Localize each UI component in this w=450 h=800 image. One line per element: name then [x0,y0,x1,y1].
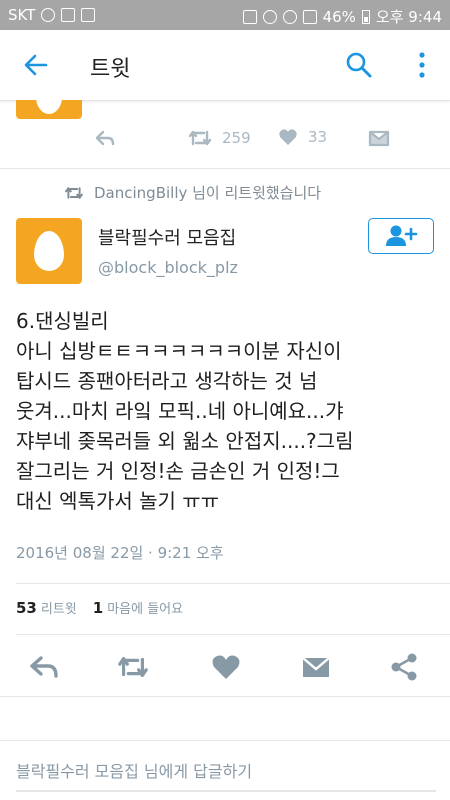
like-count: 1 [92,599,104,617]
retweet-icon [188,130,212,146]
blog-app-icon [61,8,76,22]
previous-tweet-avatar[interactable] [16,100,82,119]
direct-message-button-icon[interactable] [300,651,332,683]
previous-like-count: 33 [308,128,328,146]
wifi-icon [282,9,297,24]
more-options-icon[interactable] [410,50,434,80]
previous-like-group[interactable]: 33 [278,128,327,146]
reply-icon[interactable] [94,128,116,150]
like-stat[interactable]: 1 마음에 들어요 [93,598,183,617]
retweet-label: 리트윗 [40,602,77,617]
image-icon [81,8,96,22]
avatar[interactable] [16,218,82,284]
divider [16,634,450,635]
spacer [0,697,450,739]
retweet-stat[interactable]: 53 리트윗 [16,598,77,617]
alarm-icon [262,9,277,24]
battery-percent: 46% [322,7,356,26]
add-user-icon [386,225,418,246]
display-name[interactable]: 블락필수러 모음집 [98,224,236,250]
retweet-count: 53 [16,599,37,617]
divider [16,583,450,584]
share-icon[interactable] [388,651,420,683]
like-label: 마음에 들어요 [107,602,184,617]
heart-icon [279,129,297,145]
clock: 오후 9:44 [375,8,442,26]
reply-input-underline [16,790,436,792]
app-bar: 트윗 [0,30,450,101]
tweet-stats: 53 리트윗 1 마음에 들어요 [16,598,183,617]
retweet-button-icon[interactable] [117,651,149,683]
retweet-small-icon [65,186,83,199]
retweet-notice: DancingBilly 님이 리트윗했습니다 [64,182,321,203]
status-bar: SKT 46% 오후 9:44 [0,0,450,30]
carrier-label: SKT [8,6,36,24]
direct-message-icon[interactable] [368,128,390,148]
like-button-icon[interactable] [210,651,242,683]
divider [0,740,450,741]
page-title: 트윗 [90,57,131,82]
back-arrow-icon[interactable] [20,49,52,81]
notification-icon [41,8,56,22]
signal-icon [302,9,317,24]
battery-icon [361,9,370,24]
divider [0,168,450,169]
retweet-notice-text[interactable]: DancingBilly 님이 리트윗했습니다 [94,182,321,203]
previous-tweet-actions: 259 33 [0,128,450,158]
tweet-text: 6.댄싱빌리 아니 십방ㅌㅌㅋㅋㅋㅋㅋㅋ이분 자신이 탑시드 종팬아터라고 생각… [16,309,354,513]
previous-retweet-group[interactable]: 259 [188,128,251,148]
bluetooth-icon [242,9,257,24]
egg-avatar-icon [34,231,64,271]
search-icon[interactable] [344,50,374,80]
tweet-timestamp: 2016년 08월 22일 · 9:21 오후 [16,544,224,562]
previous-retweet-count: 259 [222,129,251,147]
tweet-action-bar [0,645,450,689]
follow-button[interactable] [368,218,434,254]
user-handle[interactable]: @block_block_plz [98,258,238,277]
reply-button-icon[interactable] [28,651,60,683]
reply-input[interactable]: 블락필수러 모음집 님에게 답글하기 [16,758,252,782]
